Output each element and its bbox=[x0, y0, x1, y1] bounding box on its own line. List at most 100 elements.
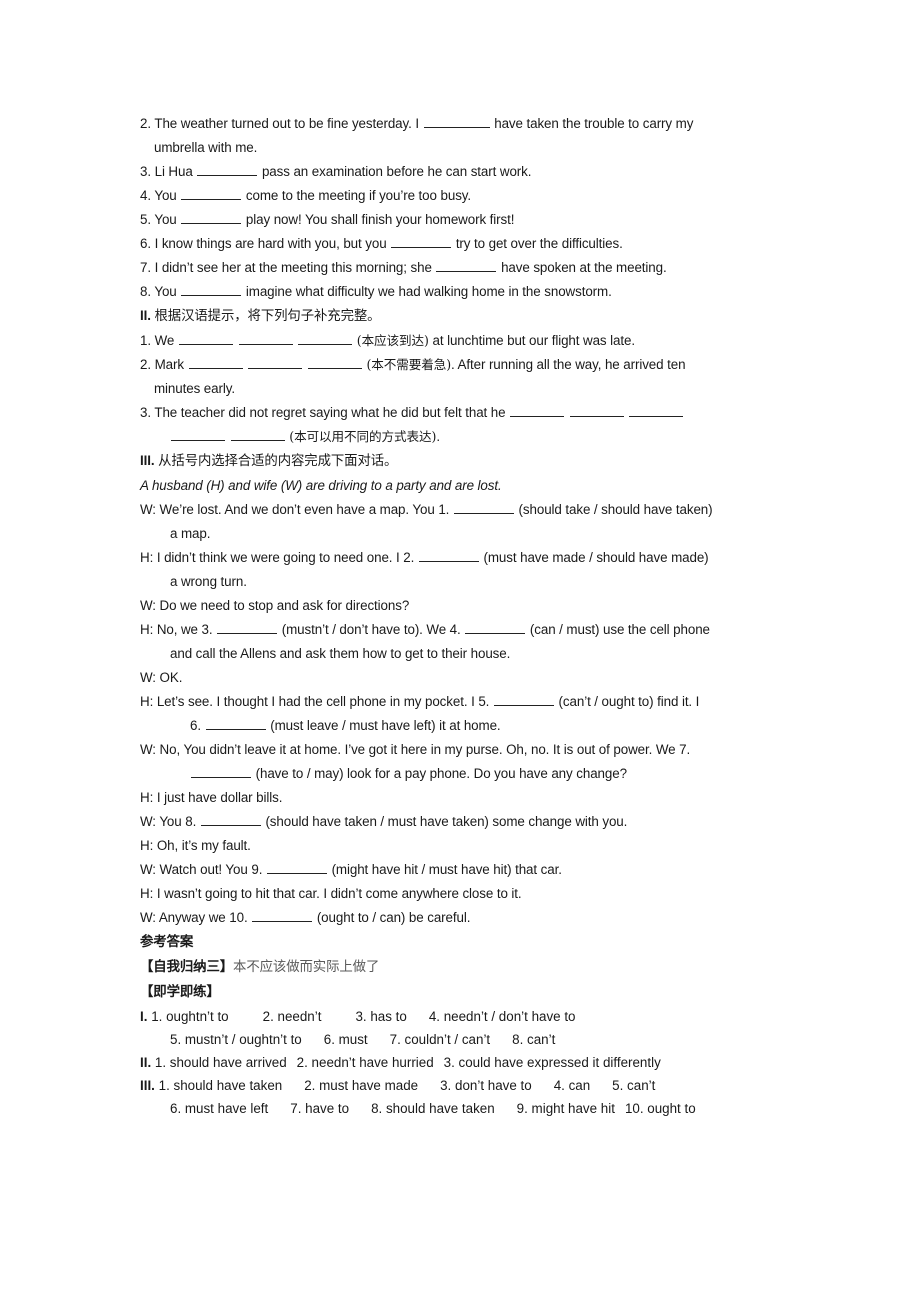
answer-blank[interactable] bbox=[307, 356, 362, 369]
item-number: 4. bbox=[140, 188, 151, 203]
dialogue-options: (ought to / can) be careful. bbox=[316, 910, 471, 925]
dialogue-speaker: H: bbox=[140, 694, 154, 709]
answer-blank[interactable] bbox=[181, 211, 242, 224]
answer-blank[interactable] bbox=[493, 693, 554, 706]
item-text-b: play now! You shall finish your homework… bbox=[245, 212, 515, 227]
answer-blank[interactable] bbox=[298, 332, 353, 345]
answer-blank[interactable] bbox=[181, 187, 242, 200]
answer-blank[interactable] bbox=[418, 549, 479, 562]
dialogue-text-a: You 8. bbox=[159, 814, 197, 829]
dialogue-options: (should have taken / must have taken) so… bbox=[265, 814, 628, 829]
continuation-text: umbrella with me. bbox=[154, 140, 258, 155]
answer-blank[interactable] bbox=[248, 356, 303, 369]
answer-entry: 7. couldn’t / can’t bbox=[389, 1032, 491, 1047]
dialogue-speaker: H: bbox=[140, 790, 154, 805]
answer-blank[interactable] bbox=[191, 765, 251, 778]
item-number: 2. bbox=[140, 116, 151, 131]
answer-entry: 6. must bbox=[323, 1032, 368, 1047]
answer-blank[interactable] bbox=[510, 404, 565, 417]
dialogue-text-a: Do we need to stop and ask for direction… bbox=[159, 598, 410, 613]
answer-blank[interactable] bbox=[181, 283, 242, 296]
answer-blank[interactable] bbox=[423, 115, 490, 128]
item-number: 7. bbox=[140, 260, 151, 275]
answer-blank[interactable] bbox=[171, 428, 225, 441]
answer-blank[interactable] bbox=[266, 861, 327, 874]
exercise-item-continuation: umbrella with me. bbox=[140, 136, 800, 160]
exercise-item-continuation: minutes early. bbox=[140, 377, 800, 401]
exercise-item: 8. You imagine what difficulty we had wa… bbox=[140, 280, 800, 304]
item-number: 5. bbox=[140, 212, 151, 227]
practice-label: 【即学即练】 bbox=[140, 985, 220, 1000]
answer-blank[interactable] bbox=[197, 163, 258, 176]
dialogue-continuation: 6. (must leave / must have left) it at h… bbox=[140, 714, 800, 738]
answer-blank[interactable] bbox=[391, 235, 452, 248]
dialogue-speaker: H: bbox=[140, 838, 154, 853]
dialogue-text-a: I wasn’t going to hit that car. I didn’t… bbox=[156, 886, 522, 901]
exercise-item: 4. You come to the meeting if you’re too… bbox=[140, 184, 800, 208]
answer-blank[interactable] bbox=[629, 404, 684, 417]
dialogue-speaker: W: bbox=[140, 742, 156, 757]
answer-blank[interactable] bbox=[465, 621, 526, 634]
answer-blank[interactable] bbox=[200, 813, 261, 826]
dialogue-options: (can’t / ought to) find it. I bbox=[558, 694, 700, 709]
dialogue-continuation: and call the Allens and ask them how to … bbox=[140, 642, 800, 666]
exercise-item: 7. I didn’t see her at the meeting this … bbox=[140, 256, 800, 280]
answer-entry: 2. must have made bbox=[304, 1078, 419, 1093]
section-roman-numeral: II. bbox=[140, 308, 151, 323]
continuation-text: a wrong turn. bbox=[170, 574, 247, 589]
dialogue-speaker: W: bbox=[140, 910, 156, 925]
item-number: 2. bbox=[140, 357, 151, 372]
self-summary-label: 【自我归纳三】 bbox=[140, 960, 234, 975]
exercise-item: 6. I know things are hard with you, but … bbox=[140, 232, 800, 256]
answer-entry: 9. might have hit bbox=[516, 1101, 615, 1116]
item-number: 1. bbox=[140, 333, 151, 348]
answer-entry: 1. should have arrived bbox=[154, 1055, 287, 1070]
dialogue-speaker: W: bbox=[140, 670, 156, 685]
dialogue-text-a: No, You didn’t leave it at home. I’ve go… bbox=[159, 742, 691, 757]
answer-blank[interactable] bbox=[205, 717, 266, 730]
section-heading-chinese: 从括号内选择合适的内容完成下面对话。 bbox=[158, 454, 398, 469]
answer-blank[interactable] bbox=[436, 259, 497, 272]
answer-blank[interactable] bbox=[178, 332, 233, 345]
group-roman-numeral: II. bbox=[140, 1055, 152, 1070]
item-text-b: have taken the trouble to carry my bbox=[494, 116, 694, 131]
answer-blank[interactable] bbox=[188, 356, 243, 369]
answer-blank[interactable] bbox=[453, 501, 514, 514]
dialogue-line: H: No, we 3. (mustn’t / don’t have to). … bbox=[140, 618, 800, 642]
section-heading-chinese: 根据汉语提示，将下列句子补充完整。 bbox=[154, 309, 381, 324]
answer-blank[interactable] bbox=[252, 909, 313, 922]
dialogue-text-a: Watch out! You 9. bbox=[159, 862, 263, 877]
document-content: 2. The weather turned out to be fine yes… bbox=[140, 112, 800, 1120]
answer-key-title: 参考答案 bbox=[140, 930, 800, 955]
answer-blank[interactable] bbox=[230, 428, 285, 441]
dialogue-text-a: No, we 3. bbox=[156, 622, 213, 637]
item-number: 6. bbox=[140, 236, 151, 251]
item-text-b: imagine what difficulty we had walking h… bbox=[245, 284, 612, 299]
dialogue-speaker: W: bbox=[140, 502, 156, 517]
exercise-item: 2. The weather turned out to be fine yes… bbox=[140, 112, 800, 136]
item-lead: Mark bbox=[154, 357, 184, 372]
dialogue-continuation: (have to / may) look for a pay phone. Do… bbox=[140, 762, 800, 786]
dialogue-text-a: Let’s see. I thought I had the cell phon… bbox=[156, 694, 490, 709]
exercise-item: 2. Mark (本不需要着急). After running all the … bbox=[140, 353, 800, 377]
group-roman-numeral: I. bbox=[140, 1009, 148, 1024]
dialogue-speaker: H: bbox=[140, 886, 154, 901]
self-summary-row: 【自我归纳三】本不应该做而实际上做了 bbox=[140, 955, 800, 980]
item-text-a: The weather turned out to be fine yester… bbox=[154, 116, 419, 131]
answer-entry: 3. don’t have to bbox=[440, 1078, 532, 1093]
answer-blank[interactable] bbox=[569, 404, 624, 417]
dialogue-scene-description: A husband (H) and wife (W) are driving t… bbox=[140, 474, 800, 498]
section-roman-numeral: III. bbox=[140, 453, 155, 468]
answer-group-one-row-two: 5. mustn’t / oughtn’t to 6. must 7. couldn… bbox=[140, 1028, 800, 1051]
answer-blank[interactable] bbox=[217, 621, 278, 634]
item-number: 8. bbox=[140, 284, 151, 299]
item-text-a: You bbox=[154, 212, 177, 227]
answer-blank[interactable] bbox=[238, 332, 293, 345]
dialogue-line: W: Do we need to stop and ask for direct… bbox=[140, 594, 800, 618]
self-summary-value: 本不应该做而实际上做了 bbox=[233, 960, 380, 975]
practice-label-row: 【即学即练】 bbox=[140, 980, 800, 1005]
item-text-b: try to get over the difficulties. bbox=[455, 236, 623, 251]
answer-group-one-row-one: I. 1. oughtn’t to 2. needn’t 3. has to 4. n… bbox=[140, 1005, 800, 1028]
exercise-item: 1. We (本应该到达) at lunchtime but our fligh… bbox=[140, 329, 800, 353]
answer-entry: 7. have to bbox=[290, 1101, 350, 1116]
